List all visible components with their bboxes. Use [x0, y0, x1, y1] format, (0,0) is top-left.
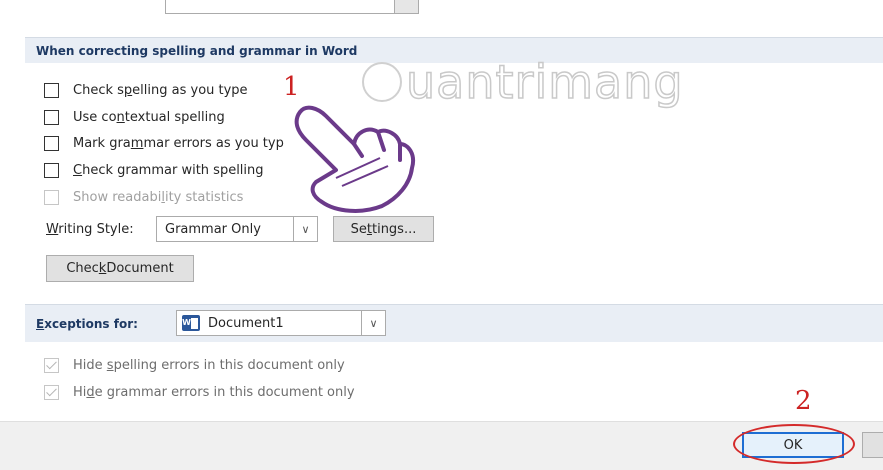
contextual-spelling-checkbox[interactable]: [44, 109, 59, 125]
annotation-highlight-oval: [733, 424, 855, 464]
hide-spelling-label: Hide spelling errors in this document on…: [73, 357, 345, 373]
settings-button[interactable]: Se t tings...: [333, 216, 434, 242]
check-spelling-checkbox[interactable]: [44, 82, 59, 98]
contextual-spelling-label: Use contextual spelling: [73, 109, 225, 125]
hide-spelling-option: Hide spelling errors in this document on…: [44, 355, 345, 375]
exceptions-section-header: Exceptions for:: [25, 304, 883, 342]
readability-option: Show readability statistics: [44, 187, 243, 207]
hide-grammar-label: Hide grammar errors in this document onl…: [73, 384, 355, 400]
readability-checkbox: [44, 189, 59, 205]
check-grammar-option[interactable]: Check grammar with spelling: [44, 160, 264, 180]
hide-grammar-option: Hide grammar errors in this document onl…: [44, 382, 355, 402]
dropdown-arrow[interactable]: [394, 0, 418, 13]
check-grammar-checkbox[interactable]: [44, 162, 59, 178]
contextual-spelling-option[interactable]: Use contextual spelling: [44, 107, 225, 127]
chevron-down-icon[interactable]: ∨: [293, 217, 317, 241]
writing-style-select[interactable]: Grammar Only ∨: [156, 216, 318, 242]
hide-spelling-checkbox: [44, 357, 59, 373]
check-document-button[interactable]: Chec k Document: [46, 255, 194, 282]
cancel-button[interactable]: [862, 432, 883, 458]
check-spelling-label: Check spelling as you type: [73, 82, 248, 98]
language-dropdown[interactable]: [165, 0, 419, 14]
check-grammar-label: Check grammar with spelling: [73, 162, 264, 178]
mark-grammar-option[interactable]: Mark grammar errors as you typ: [44, 133, 284, 153]
hand-pointer-icon: [294, 105, 415, 213]
exceptions-document-value: Document1: [208, 315, 284, 331]
annotation-step-2: 2: [795, 386, 812, 416]
mark-grammar-label: Mark grammar errors as you typ: [73, 135, 284, 151]
writing-style-label: Writing Style:: [46, 222, 134, 237]
writing-style-value: Grammar Only: [165, 221, 261, 237]
word-document-icon: W: [182, 315, 200, 331]
exceptions-document-select[interactable]: W Document1 ∨: [176, 310, 386, 336]
check-spelling-option[interactable]: Check spelling as you type: [44, 80, 248, 100]
mark-grammar-checkbox[interactable]: [44, 135, 59, 151]
hide-grammar-checkbox: [44, 384, 59, 400]
readability-label: Show readability statistics: [73, 189, 244, 205]
chevron-down-icon[interactable]: ∨: [361, 311, 385, 335]
